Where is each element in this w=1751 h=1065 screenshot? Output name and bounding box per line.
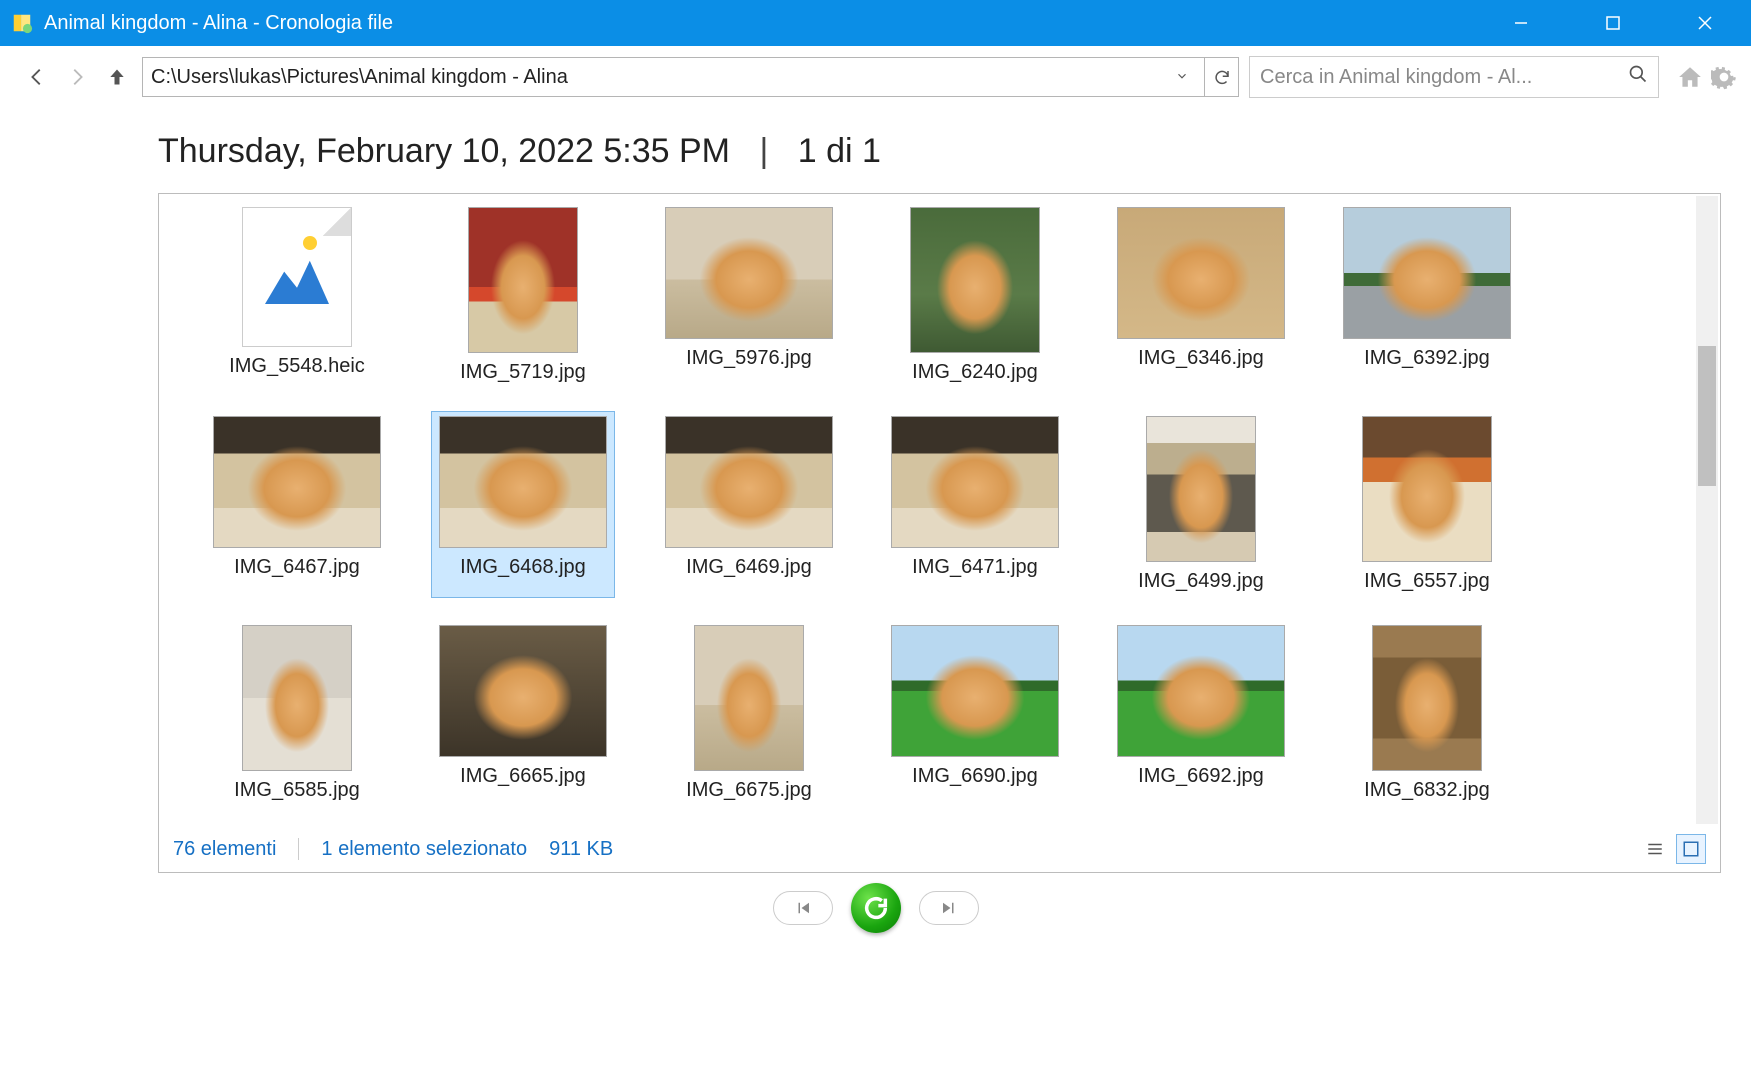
file-thumbnail [1343,207,1511,339]
status-bar: 76 elementi 1 elemento selezionato 911 K… [159,826,1720,872]
search-icon [1628,64,1648,90]
file-name: IMG_6665.jpg [460,765,586,788]
file-item[interactable]: IMG_6690.jpg [883,620,1067,807]
previous-version-button[interactable] [773,891,833,925]
search-input[interactable]: Cerca in Animal kingdom - Al... [1249,56,1659,98]
scrollbar[interactable] [1696,196,1718,824]
file-thumbnail [891,416,1059,548]
back-button[interactable] [22,62,52,92]
file-item[interactable]: IMG_6499.jpg [1109,411,1293,598]
view-thumbnails-button[interactable] [1676,834,1706,864]
home-icon[interactable] [1675,62,1705,92]
file-item[interactable]: IMG_6675.jpg [657,620,841,807]
file-thumbnail [1117,625,1285,757]
file-name: IMG_6469.jpg [686,556,812,579]
up-button[interactable] [102,62,132,92]
file-thumbnail [665,207,833,339]
file-thumbnail [1117,207,1285,339]
refresh-button[interactable] [1205,57,1239,97]
file-thumbnail [910,207,1040,353]
file-item[interactable]: IMG_6665.jpg [431,620,615,807]
gear-icon[interactable] [1709,62,1739,92]
file-thumbnail [439,625,607,757]
status-size: 911 KB [549,838,613,861]
snapshot-position: 1 di 1 [798,132,881,170]
status-selection: 1 elemento selezionato [321,838,527,861]
search-placeholder: Cerca in Animal kingdom - Al... [1260,66,1618,89]
file-name: IMG_6585.jpg [234,779,360,802]
file-name: IMG_6832.jpg [1364,779,1490,802]
file-name: IMG_6471.jpg [912,556,1038,579]
file-name: IMG_6692.jpg [1138,765,1264,788]
close-button[interactable] [1659,0,1751,46]
file-thumbnail [694,625,804,771]
file-thumbnail [242,207,352,347]
file-name: IMG_6675.jpg [686,779,812,802]
file-item[interactable]: IMG_6692.jpg [1109,620,1293,807]
window-title: Animal kingdom - Alina - Cronologia file [44,12,393,35]
file-item[interactable]: IMG_6467.jpg [205,411,389,598]
file-thumbnail [891,625,1059,757]
file-name: IMG_5976.jpg [686,347,812,370]
file-thumbnail [468,207,578,353]
address-dropdown-icon[interactable] [1168,66,1196,89]
window-controls [1475,0,1751,46]
maximize-button[interactable] [1567,0,1659,46]
file-name: IMG_6467.jpg [234,556,360,579]
file-item[interactable]: IMG_6832.jpg [1335,620,1519,807]
file-name: IMG_6468.jpg [460,556,586,579]
snapshot-heading: Thursday, February 10, 2022 5:35 PM | 1 … [0,108,1751,181]
address-bar[interactable]: C:\Users\lukas\Pictures\Animal kingdom -… [142,57,1205,97]
file-item[interactable]: IMG_6471.jpg [883,411,1067,598]
toolbar: C:\Users\lukas\Pictures\Animal kingdom -… [0,46,1751,108]
file-name: IMG_5719.jpg [460,361,586,384]
file-item[interactable]: IMG_6585.jpg [205,620,389,807]
app-icon [10,11,34,35]
file-item[interactable]: IMG_6346.jpg [1109,202,1293,389]
file-item[interactable]: IMG_6557.jpg [1335,411,1519,598]
file-thumbnail [1146,416,1256,562]
file-item[interactable]: IMG_6469.jpg [657,411,841,598]
scroll-thumb[interactable] [1698,346,1716,486]
file-item[interactable]: IMG_6392.jpg [1335,202,1519,389]
file-name: IMG_6690.jpg [912,765,1038,788]
file-grid: IMG_5548.heic IMG_5719.jpg IMG_5976.jpg IMG… [205,202,1680,807]
file-thumbnail [1372,625,1482,771]
file-item[interactable]: IMG_6240.jpg [883,202,1067,389]
file-name: IMG_6557.jpg [1364,570,1490,593]
file-item[interactable]: IMG_5719.jpg [431,202,615,389]
heading-separator: | [759,132,768,170]
file-thumbnail [439,416,607,548]
snapshot-timestamp: Thursday, February 10, 2022 5:35 PM [158,132,730,170]
file-thumbnail [242,625,352,771]
file-panel: IMG_5548.heic IMG_5719.jpg IMG_5976.jpg IMG… [158,193,1721,873]
status-count: 76 elementi [173,838,276,861]
view-details-button[interactable] [1640,834,1670,864]
file-name: IMG_6499.jpg [1138,570,1264,593]
file-thumbnail [213,416,381,548]
forward-button[interactable] [62,62,92,92]
file-thumbnail [665,416,833,548]
history-controls [0,873,1751,943]
next-version-button[interactable] [919,891,979,925]
file-item[interactable]: IMG_5548.heic [205,202,389,389]
minimize-button[interactable] [1475,0,1567,46]
file-item[interactable]: IMG_6468.jpg [431,411,615,598]
status-divider [298,838,299,860]
file-item[interactable]: IMG_5976.jpg [657,202,841,389]
address-text: C:\Users\lukas\Pictures\Animal kingdom -… [151,66,1168,89]
file-name: IMG_6346.jpg [1138,347,1264,370]
file-thumbnail [1362,416,1492,562]
titlebar: Animal kingdom - Alina - Cronologia file [0,0,1751,46]
file-name: IMG_5548.heic [229,355,365,378]
file-name: IMG_6240.jpg [912,361,1038,384]
file-name: IMG_6392.jpg [1364,347,1490,370]
restore-button[interactable] [851,883,901,933]
